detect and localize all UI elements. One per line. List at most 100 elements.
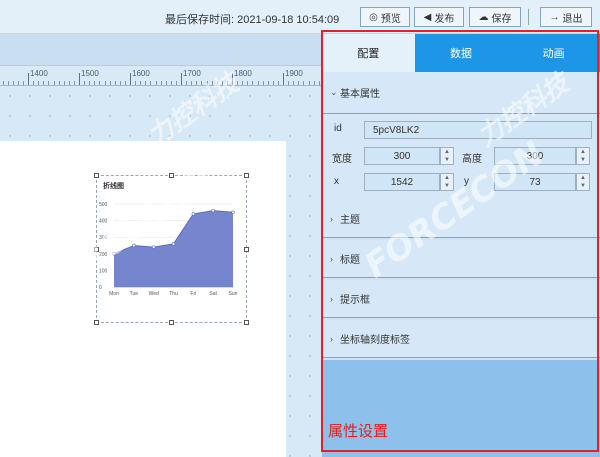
ruler-tick: [293, 81, 295, 85]
ruler-tick: [201, 81, 203, 85]
section-tooltip[interactable]: › 提示框: [322, 280, 600, 318]
area-fill: [114, 210, 233, 287]
last-saved-time: 最后保存时间: 2021-09-18 10:54:09: [165, 14, 340, 26]
width-stepper[interactable]: ▲ ▼: [440, 147, 454, 165]
ruler-tick: [140, 81, 142, 85]
preview-button[interactable]: ◎ 预览: [360, 7, 410, 27]
property-settings-annotation: 属性设置: [328, 423, 389, 440]
height-stepper[interactable]: ▲ ▼: [576, 147, 590, 165]
ruler-label: 1400: [30, 69, 48, 78]
ruler-tick: [73, 81, 75, 85]
ruler-tick: [252, 81, 254, 85]
ruler-tick: [226, 81, 228, 85]
x-tick-label: Mon: [109, 291, 119, 297]
data-point: [151, 245, 156, 249]
ruler-tick: [7, 81, 9, 85]
ruler-tick: [196, 81, 198, 85]
section-axis-tick-labels[interactable]: › 坐标轴刻度标签: [322, 320, 600, 358]
ruler-tick: [262, 81, 264, 85]
ruler-tick: [114, 81, 116, 85]
cloud-icon: ☁: [478, 11, 489, 23]
ruler-tick: [318, 81, 320, 85]
editor-subbar: [0, 34, 322, 66]
data-point: [171, 242, 176, 246]
section-basic-properties[interactable]: ⌄ 基本属性: [322, 72, 600, 114]
ruler-tick: [94, 81, 96, 85]
ruler-tick: [43, 81, 45, 85]
chevron-right-icon: ›: [330, 253, 333, 264]
x-label: x: [334, 176, 339, 187]
x-stepper[interactable]: ▲ ▼: [440, 173, 454, 191]
x-field[interactable]: 1542: [364, 173, 440, 191]
ruler-tick: [130, 73, 131, 85]
height-field[interactable]: 300: [494, 147, 576, 165]
tab-animation[interactable]: 动画: [507, 34, 600, 72]
y-stepper[interactable]: ▲ ▼: [576, 173, 590, 191]
ruler-tick: [109, 81, 111, 85]
ruler-tick: [242, 81, 244, 85]
line-area-chart: 500 400 300 200 100 0 Mon Tue Wed Thu Fri Sat Sun: [99, 202, 238, 297]
data-point: [231, 210, 235, 214]
ruler-tick: [119, 81, 121, 85]
send-icon: ◀: [423, 11, 432, 23]
ruler-tick: [12, 81, 14, 85]
data-point: [191, 212, 196, 216]
ruler-tick: [68, 81, 70, 85]
ruler-tick: [313, 81, 315, 85]
ruler-tick: [211, 81, 213, 85]
toolbar-divider: [528, 9, 529, 25]
x-tick-label: Thu: [169, 291, 178, 297]
ruler-tick: [308, 81, 310, 85]
ruler-tick: [38, 81, 40, 85]
id-label: id: [334, 123, 342, 134]
ruler-tick: [237, 81, 239, 85]
section-title[interactable]: › 标题: [322, 240, 600, 278]
horizontal-ruler: 1400 1500 1600 1700 1800 1900: [0, 66, 322, 86]
save-button[interactable]: ☁ 保存: [469, 7, 521, 27]
ruler-tick: [272, 81, 274, 85]
ruler-tick: [191, 81, 193, 85]
ruler-tick: [150, 81, 152, 85]
chevron-right-icon: ›: [330, 293, 333, 304]
x-tick-label: Fri: [190, 291, 196, 297]
exit-button[interactable]: → 退出: [540, 7, 592, 27]
ruler-label: 1800: [234, 69, 252, 78]
ruler-tick: [99, 81, 101, 85]
ruler-tick: [79, 73, 80, 85]
ruler-label: 1600: [132, 69, 150, 78]
y-tick-label: 400: [99, 219, 108, 225]
eye-icon: ◎: [369, 11, 378, 23]
data-point: [132, 243, 136, 248]
ruler-tick: [221, 81, 223, 85]
id-field[interactable]: 5pcV8LK2: [364, 121, 592, 139]
tab-data[interactable]: 数据: [414, 34, 508, 72]
tab-config[interactable]: 配置: [322, 34, 415, 72]
ruler-tick: [28, 73, 29, 85]
ruler-tick: [232, 73, 233, 85]
data-point: [211, 208, 215, 213]
chevron-right-icon: ›: [330, 213, 333, 224]
width-field[interactable]: 300: [364, 147, 440, 165]
ruler-tick: [181, 73, 182, 85]
ruler-tick: [298, 81, 300, 85]
height-label: 高度: [462, 154, 482, 165]
y-tick-label: 0: [99, 285, 102, 291]
y-tick-label: 200: [99, 252, 108, 258]
y-label: y: [464, 176, 469, 187]
publish-button[interactable]: ◀ 发布: [414, 7, 464, 27]
ruler-tick: [288, 81, 290, 85]
ruler-tick: [33, 81, 35, 85]
section-theme[interactable]: › 主题: [322, 200, 600, 238]
chevron-down-icon: ⌄: [330, 87, 338, 97]
arrow-right-icon: →: [549, 11, 560, 23]
ruler-tick: [22, 81, 24, 85]
ruler-tick: [89, 81, 91, 85]
ruler-tick: [48, 81, 50, 85]
ruler-tick: [124, 81, 126, 85]
ruler-tick: [257, 81, 259, 85]
ruler-tick: [170, 81, 172, 85]
y-tick-label: 100: [99, 268, 108, 274]
y-field[interactable]: 73: [494, 173, 576, 191]
ruler-tick: [84, 81, 86, 85]
ruler-tick: [283, 73, 284, 85]
